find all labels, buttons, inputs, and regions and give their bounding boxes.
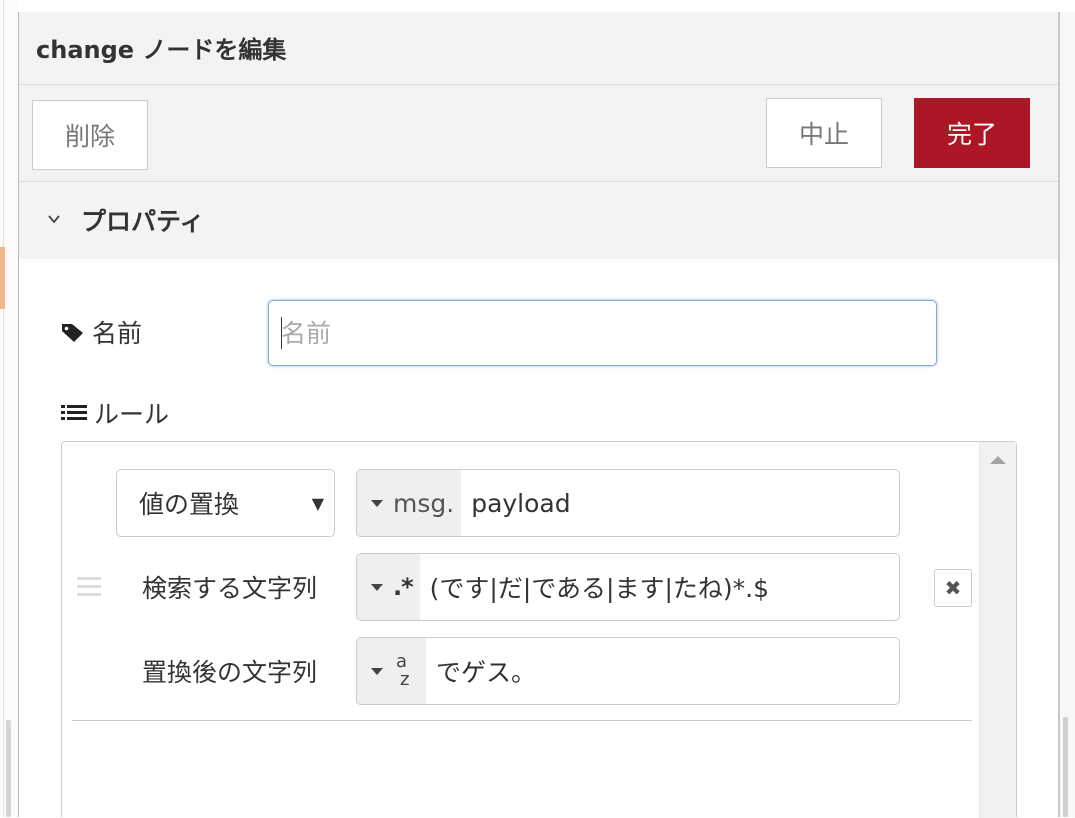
properties-section-header[interactable]: プロパティ bbox=[19, 182, 1058, 259]
delete-button[interactable]: 削除 bbox=[32, 100, 148, 170]
rule-action-select[interactable]: 値の置換 ▼ bbox=[116, 469, 335, 537]
section-title: プロパティ bbox=[81, 207, 205, 236]
caret-down-icon bbox=[371, 583, 383, 591]
caret-down-icon bbox=[371, 499, 383, 507]
target-type-label: msg. bbox=[393, 488, 455, 518]
replace-label: 置換後の文字列 bbox=[142, 658, 318, 687]
sidebar-scrollbar[interactable] bbox=[1063, 717, 1068, 817]
search-input[interactable]: .* (です|だ|である|ます|たね)*.$ bbox=[356, 553, 900, 621]
edit-tray: change ノードを編集 削除 中止 完了 プロパティ 名前 ルール bbox=[19, 12, 1058, 818]
tag-icon bbox=[62, 324, 83, 342]
replace-input[interactable]: a z でゲス。 bbox=[356, 637, 900, 705]
text-cursor bbox=[281, 317, 282, 349]
cancel-button[interactable]: 中止 bbox=[766, 98, 882, 168]
tray-header: change ノードを編集 bbox=[19, 12, 1058, 85]
replace-type-button[interactable]: a z bbox=[357, 638, 426, 704]
rules-list: 値の置換 ▼ msg. payload 検索する文字列 .* (です|だ|である… bbox=[61, 441, 1017, 818]
rules-label: ルール bbox=[60, 395, 169, 431]
search-type-button[interactable]: .* bbox=[357, 554, 420, 620]
remove-rule-button[interactable]: ✖ bbox=[934, 569, 972, 607]
regex-type-icon: .* bbox=[393, 573, 414, 601]
tray-toolbar: 削除 中止 完了 bbox=[19, 85, 1058, 182]
string-type-icon: a z bbox=[396, 651, 410, 690]
rules-label-text: ルール bbox=[94, 400, 170, 429]
workspace-edge bbox=[0, 0, 18, 817]
workspace-scrollbar[interactable] bbox=[6, 720, 11, 817]
name-label-text: 名前 bbox=[92, 319, 143, 348]
rule-action-value: 値の置換 bbox=[139, 490, 240, 519]
target-type-button[interactable]: msg. bbox=[357, 470, 462, 536]
list-icon bbox=[61, 405, 87, 420]
sidebar-edge bbox=[1060, 12, 1075, 817]
target-property-value: payload bbox=[471, 488, 571, 518]
replace-value: でゲス。 bbox=[436, 658, 537, 687]
tray-title: change ノードを編集 bbox=[36, 36, 287, 64]
workspace-divider bbox=[3, 0, 4, 817]
name-input[interactable] bbox=[268, 300, 937, 366]
rule-divider bbox=[72, 720, 972, 721]
chevron-down-icon bbox=[48, 215, 60, 224]
done-button[interactable]: 完了 bbox=[914, 98, 1030, 168]
select-arrow-icon: ▼ bbox=[311, 494, 324, 513]
target-property-input[interactable]: msg. payload bbox=[356, 469, 900, 537]
workspace-node-peek bbox=[0, 247, 5, 309]
search-value: (です|だ|である|ます|たね)*.$ bbox=[429, 574, 769, 603]
name-label: 名前 bbox=[60, 314, 142, 350]
scroll-up-icon[interactable] bbox=[990, 456, 1006, 464]
rules-scrollbar[interactable] bbox=[979, 442, 1016, 818]
drag-handle-icon[interactable] bbox=[77, 577, 101, 601]
caret-down-icon bbox=[371, 667, 383, 675]
search-label: 検索する文字列 bbox=[142, 574, 318, 603]
